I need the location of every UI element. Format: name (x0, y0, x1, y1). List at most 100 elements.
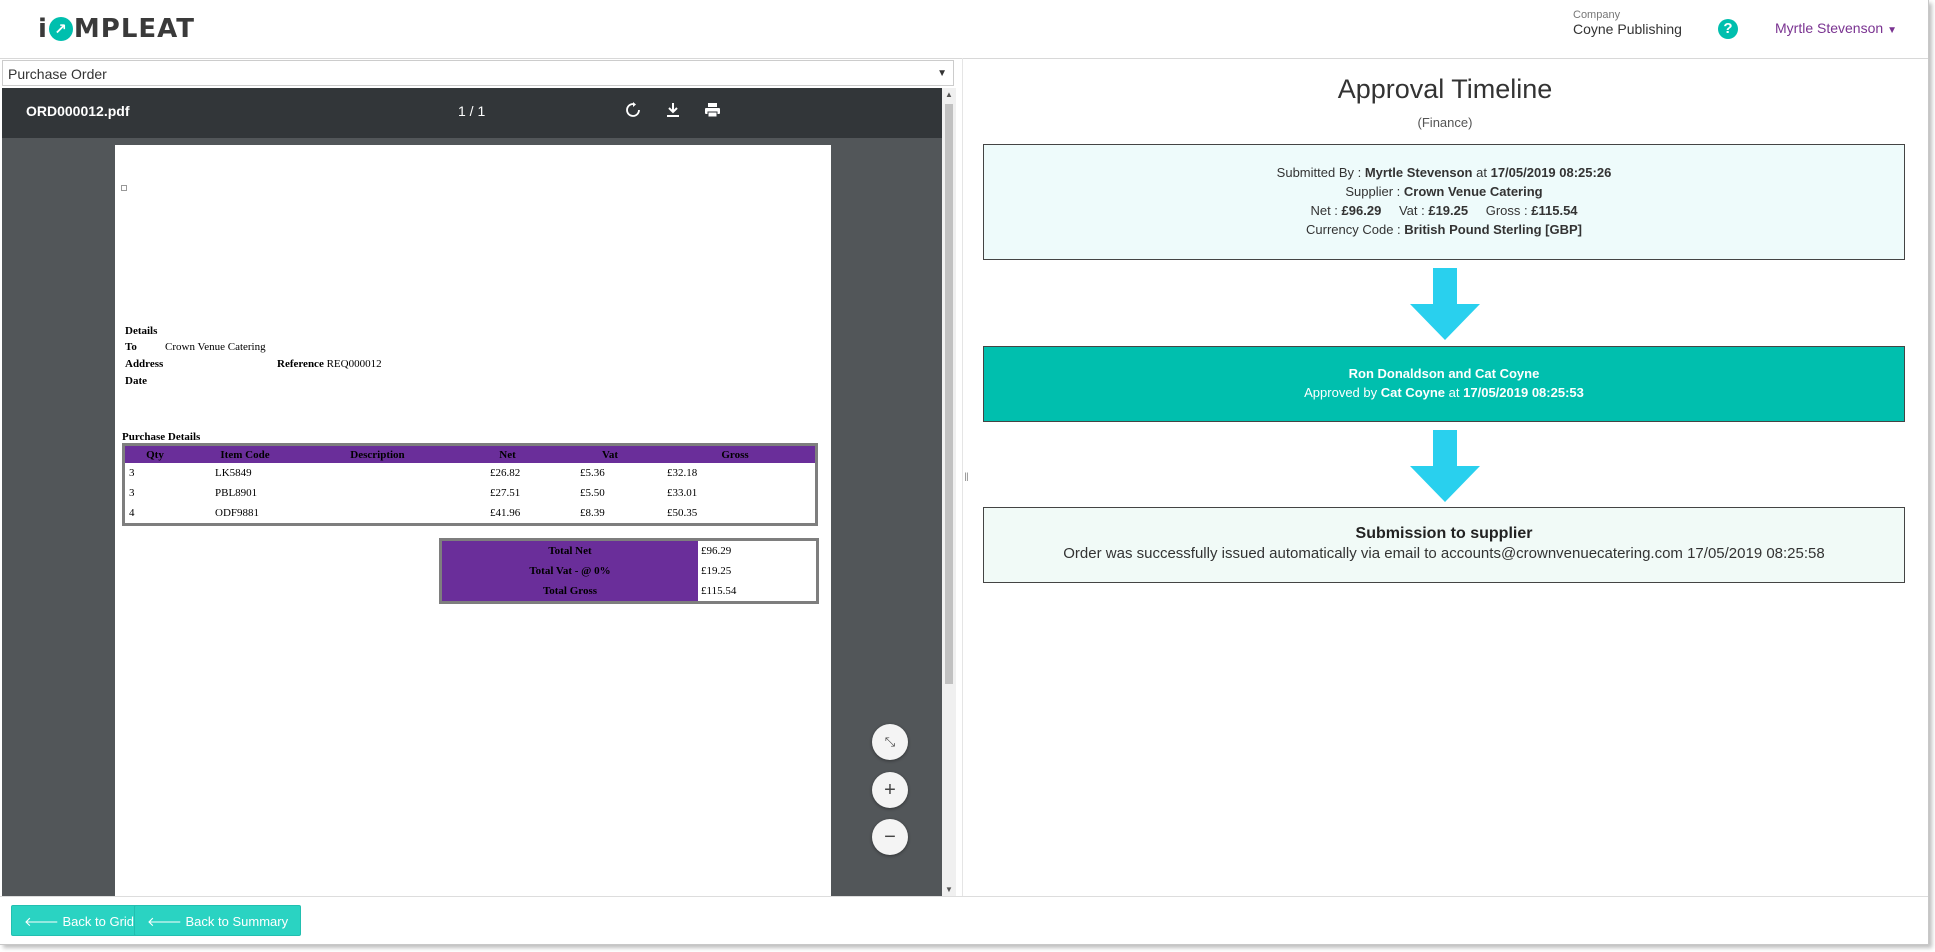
back-to-grid-label: Back to Grid (62, 914, 135, 929)
logo-prefix: i (38, 14, 48, 44)
approvers: Ron Donaldson and Cat Coyne (1348, 366, 1540, 381)
purchase-details-heading: Purchase Details (122, 431, 201, 443)
fit-to-page-icon[interactable]: ⤡ (872, 724, 908, 760)
panel-splitter[interactable]: ‖ (962, 58, 969, 896)
user-menu[interactable]: Myrtle Stevenson ▼ (1775, 20, 1897, 36)
company-switcher[interactable]: Company Coyne Publishing (1573, 9, 1682, 37)
document-scrollbar[interactable]: ▲ ▼ (942, 88, 956, 896)
zoom-out-icon[interactable]: − (872, 819, 908, 855)
pdf-details-section: Details To Crown Venue Catering Address R… (125, 325, 685, 392)
vat-cell: £5.50 (580, 487, 605, 499)
qty-cell: 3 (129, 487, 135, 499)
purchase-lines-table: Qty Item Code Description Net Vat Gross … (122, 443, 818, 526)
to-label: To (125, 341, 137, 353)
icompleat-logo[interactable]: i ↗ MPLEAT (38, 14, 195, 44)
table-row: 3 PBL8901 £27.51 £5.50 £33.01 (124, 483, 817, 503)
submitted-by-line: Submitted By : Myrtle Stevenson at 17/05… (984, 163, 1904, 182)
gross-cell: £32.18 (667, 467, 698, 479)
submitted-at-value: 17/05/2019 08:25:26 (1490, 165, 1612, 180)
total-gross-value: £115.54 (701, 585, 737, 597)
at-label: at (1448, 385, 1460, 400)
dropdown-arrow-icon: ▼ (937, 68, 947, 79)
logo-suffix: MPLEAT (73, 14, 196, 44)
timeline-subtitle: (Finance) (1417, 115, 1473, 130)
approval-card: Ron Donaldson and Cat Coyne Approved by … (983, 346, 1905, 422)
print-icon[interactable] (699, 100, 725, 126)
gross-label: Gross : (1485, 203, 1528, 218)
footer-bar: 🡐 Back to Grid 🡐 Back to Summary (0, 896, 1928, 944)
currency-value: British Pound Sterling [GBP] (1404, 222, 1582, 237)
approved-by-label: Approved by (1304, 385, 1378, 400)
gross-value: £115.54 (1531, 203, 1578, 218)
help-icon[interactable]: ? (1718, 19, 1738, 39)
pdf-page: Details To Crown Venue Catering Address R… (115, 145, 831, 896)
description-cell (305, 463, 450, 483)
scrollbar-thumb[interactable] (945, 104, 953, 684)
gross-cell: £50.35 (667, 507, 698, 519)
gross-cell: £33.01 (667, 487, 698, 499)
back-to-grid-button[interactable]: 🡐 Back to Grid (11, 905, 148, 936)
document-type-select[interactable]: Purchase Order ▼ (2, 60, 954, 86)
reference: Reference REQ000012 (277, 358, 382, 370)
column-header: Qty (123, 444, 185, 463)
pdf-file-name: ORD000012.pdf (26, 103, 130, 119)
document-panel: Purchase Order ▼ ORD000012.pdf 1 / 1 Det… (0, 58, 958, 896)
total-vat-label: Total Vat - @ 0% (440, 561, 698, 581)
pdf-toolbar: ORD000012.pdf 1 / 1 (2, 88, 942, 138)
document-type-value: Purchase Order (8, 66, 107, 82)
column-header: Net (450, 444, 565, 463)
vat-cell: £8.39 (580, 507, 605, 519)
zoom-in-icon[interactable]: + (872, 772, 908, 808)
reference-value: REQ000012 (326, 358, 382, 370)
description-cell (305, 483, 450, 503)
top-header: i ↗ MPLEAT Company Coyne Publishing ? My… (0, 0, 1928, 59)
net-cell: £41.96 (490, 507, 521, 519)
scroll-down-icon[interactable]: ▼ (942, 885, 956, 894)
to-value: Crown Venue Catering (165, 341, 266, 353)
timeline-arrow-icon (1410, 430, 1480, 502)
net-label: Net : (1310, 203, 1338, 218)
timeline-title: Approval Timeline (1337, 74, 1553, 104)
details-heading: Details (125, 325, 158, 337)
vat-label: Vat : (1398, 203, 1425, 218)
total-net-value: £96.29 (701, 545, 732, 557)
qty-cell: 4 (129, 507, 135, 519)
vat-cell: £5.36 (580, 467, 605, 479)
table-header-row: Qty Item Code Description Net Vat Gross (123, 444, 817, 463)
column-header: Vat (565, 444, 655, 463)
net-cell: £26.82 (490, 467, 521, 479)
splitter-grip-icon[interactable]: ‖ (964, 470, 969, 484)
details-to-row: To Crown Venue Catering (125, 341, 685, 358)
item-code-cell: LK5849 (215, 467, 252, 479)
currency-line: Currency Code : British Pound Sterling [… (984, 220, 1904, 239)
submission-text: Order was successfully issued automatica… (1063, 545, 1825, 562)
back-to-summary-label: Back to Summary (185, 914, 289, 929)
address-label: Address (125, 358, 164, 370)
supplier-label: Supplier : (1345, 184, 1401, 199)
item-code-cell: PBL8901 (215, 487, 258, 499)
approval-timeline-panel: Approval Timeline (Finance) Submitted By… (970, 58, 1920, 896)
totals-table: Total Net £96.29 Total Vat - @ 0% £19.25… (439, 538, 819, 604)
submitted-card: Submitted By : Myrtle Stevenson at 17/05… (983, 144, 1905, 260)
arrow-left-icon: 🡐 (24, 914, 59, 929)
date-label: Date (125, 375, 147, 387)
caret-down-icon: ▼ (1887, 25, 1898, 36)
company-label: Company (1573, 9, 1621, 21)
vat-value: £19.25 (1428, 203, 1469, 218)
page-indicator: 1 / 1 (458, 103, 486, 119)
user-name: Myrtle Stevenson (1775, 20, 1884, 36)
column-header: Description (305, 444, 450, 463)
details-address-row: Address Reference REQ000012 (125, 358, 685, 375)
approved-by-value: Cat Coyne (1380, 385, 1446, 400)
net-cell: £27.51 (490, 487, 521, 499)
rotate-icon[interactable] (620, 100, 646, 126)
amounts-line: Net : £96.29 Vat : £19.25 Gross : £115.5… (984, 201, 1904, 220)
download-icon[interactable] (660, 100, 686, 126)
scroll-up-icon[interactable]: ▲ (942, 90, 956, 99)
app-window: i ↗ MPLEAT Company Coyne Publishing ? My… (0, 0, 1929, 945)
back-to-summary-button[interactable]: 🡐 Back to Summary (134, 905, 302, 936)
arrow-left-icon: 🡐 (147, 914, 182, 929)
column-header: Item Code (185, 444, 305, 463)
details-date-row: Date (125, 375, 685, 392)
total-gross-row: Total Gross £115.54 (440, 581, 818, 603)
